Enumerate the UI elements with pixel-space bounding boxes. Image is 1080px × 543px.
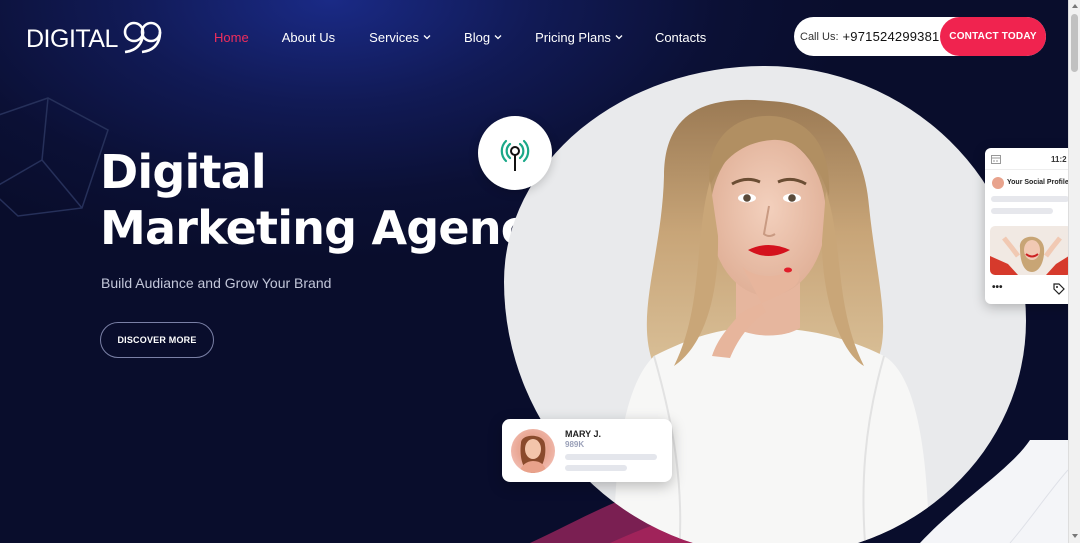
nav-contacts[interactable]: Contacts [655, 28, 706, 46]
digital99-logo[interactable]: DIGITAL [26, 18, 166, 56]
site-header: DIGITAL Home About Us Services Blog Pric… [0, 0, 1068, 74]
page-scrollbar[interactable] [1068, 0, 1080, 543]
nav-home[interactable]: Home [214, 28, 249, 46]
call-us-label: Call Us: [800, 30, 839, 43]
profile-followers: 989K [565, 440, 585, 449]
nav-blog[interactable]: Blog [464, 28, 502, 46]
hero-title: Digital Marketing Agency [100, 144, 557, 256]
hero-title-line2: Marketing Agency [100, 201, 557, 255]
social-card-title: Your Social Profile [1007, 179, 1069, 186]
scroll-up-arrow[interactable] [1072, 4, 1078, 8]
tag-icon[interactable] [1053, 283, 1065, 295]
hero-title-line1: Digital [100, 145, 267, 199]
main-navigation: Home About Us Services Blog Pricing Plan… [214, 28, 706, 46]
profile-card: MARY J. 989K [502, 419, 672, 482]
nav-contacts-label: Contacts [654, 29, 707, 45]
social-post-image [990, 226, 1072, 275]
social-card-header: 11:2 [985, 148, 1075, 170]
avatar [511, 429, 555, 473]
scroll-down-arrow[interactable] [1072, 534, 1078, 538]
signal-tower-icon [500, 139, 530, 171]
discover-more-button[interactable]: DISCOVER MORE [100, 322, 214, 358]
nav-home-label: Home [214, 29, 249, 45]
nav-services[interactable]: Services [369, 28, 431, 46]
call-us-box: Call Us: +971524299381 CONTACT TODAY [794, 17, 1046, 56]
contact-today-button[interactable]: CONTACT TODAY [940, 17, 1046, 56]
nav-about-us[interactable]: About Us [282, 28, 335, 46]
social-profile-card: 11:2 Your Social Profile ••• [985, 148, 1075, 304]
avatar [992, 177, 1004, 189]
hero-subtitle: Build Audiance and Grow Your Brand [101, 275, 332, 291]
placeholder-line [991, 196, 1069, 202]
nav-pricing-plans[interactable]: Pricing Plans [535, 28, 623, 46]
nav-about-us-label: About Us [281, 29, 336, 45]
chevron-down-icon [494, 35, 502, 40]
chevron-down-icon [615, 35, 623, 40]
social-card-time: 11:2 [1051, 155, 1067, 164]
profile-avatar-image [519, 435, 547, 473]
nav-blog-label: Blog [464, 29, 491, 45]
scroll-thumb[interactable] [1071, 14, 1078, 72]
calendar-icon [991, 155, 1001, 164]
nav-pricing-plans-label: Pricing Plans [535, 29, 611, 45]
placeholder-line [565, 465, 627, 471]
profile-name: MARY J. [565, 429, 602, 439]
svg-text:DIGITAL: DIGITAL [26, 25, 118, 53]
phone-number-link[interactable]: +971524299381 [843, 29, 940, 44]
signal-badge [478, 116, 552, 190]
more-options-button[interactable]: ••• [992, 282, 1003, 293]
chevron-down-icon [423, 35, 431, 40]
placeholder-line [565, 454, 657, 460]
nav-services-label: Services [369, 29, 420, 45]
placeholder-line [991, 208, 1053, 214]
